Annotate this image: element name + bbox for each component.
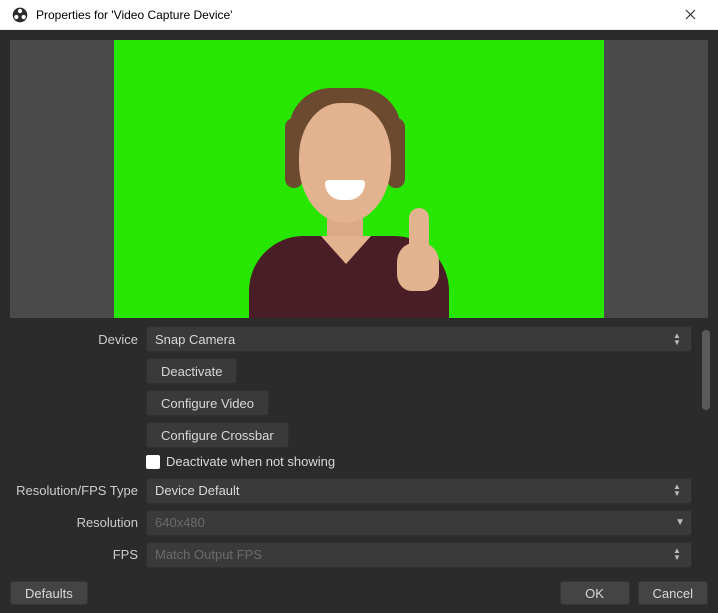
resolution-fps-type-select[interactable]: Device Default ▲▼ bbox=[146, 478, 692, 504]
device-label: Device bbox=[10, 332, 146, 347]
configure-video-button[interactable]: Configure Video bbox=[146, 390, 269, 416]
resolution-select[interactable]: 640x480 ▼ bbox=[146, 510, 692, 536]
preview-area bbox=[0, 30, 718, 318]
deactivate-when-not-showing-checkbox[interactable]: Deactivate when not showing bbox=[146, 454, 335, 469]
app-icon bbox=[12, 7, 28, 23]
updown-icon: ▲▼ bbox=[669, 484, 685, 497]
video-preview bbox=[114, 40, 604, 318]
checkbox-label: Deactivate when not showing bbox=[166, 454, 335, 469]
close-button[interactable] bbox=[670, 0, 710, 30]
cancel-button[interactable]: Cancel bbox=[638, 581, 708, 605]
titlebar: Properties for 'Video Capture Device' bbox=[0, 0, 718, 30]
ok-button[interactable]: OK bbox=[560, 581, 630, 605]
deactivate-button[interactable]: Deactivate bbox=[146, 358, 237, 384]
fps-select[interactable]: Match Output FPS ▲▼ bbox=[146, 542, 692, 568]
dialog-footer: Defaults OK Cancel bbox=[0, 573, 718, 613]
device-select[interactable]: Snap Camera ▲▼ bbox=[146, 326, 692, 352]
window-title: Properties for 'Video Capture Device' bbox=[36, 8, 670, 22]
updown-icon: ▲▼ bbox=[669, 548, 685, 561]
configure-crossbar-button[interactable]: Configure Crossbar bbox=[146, 422, 289, 448]
resolution-label: Resolution bbox=[10, 515, 146, 530]
chevron-down-icon: ▼ bbox=[675, 517, 685, 528]
resolution-fps-type-label: Resolution/FPS Type bbox=[10, 483, 146, 498]
defaults-button[interactable]: Defaults bbox=[10, 581, 88, 605]
fps-label: FPS bbox=[10, 547, 146, 562]
updown-icon: ▲▼ bbox=[669, 333, 685, 346]
properties-scrollbar[interactable] bbox=[702, 330, 712, 563]
